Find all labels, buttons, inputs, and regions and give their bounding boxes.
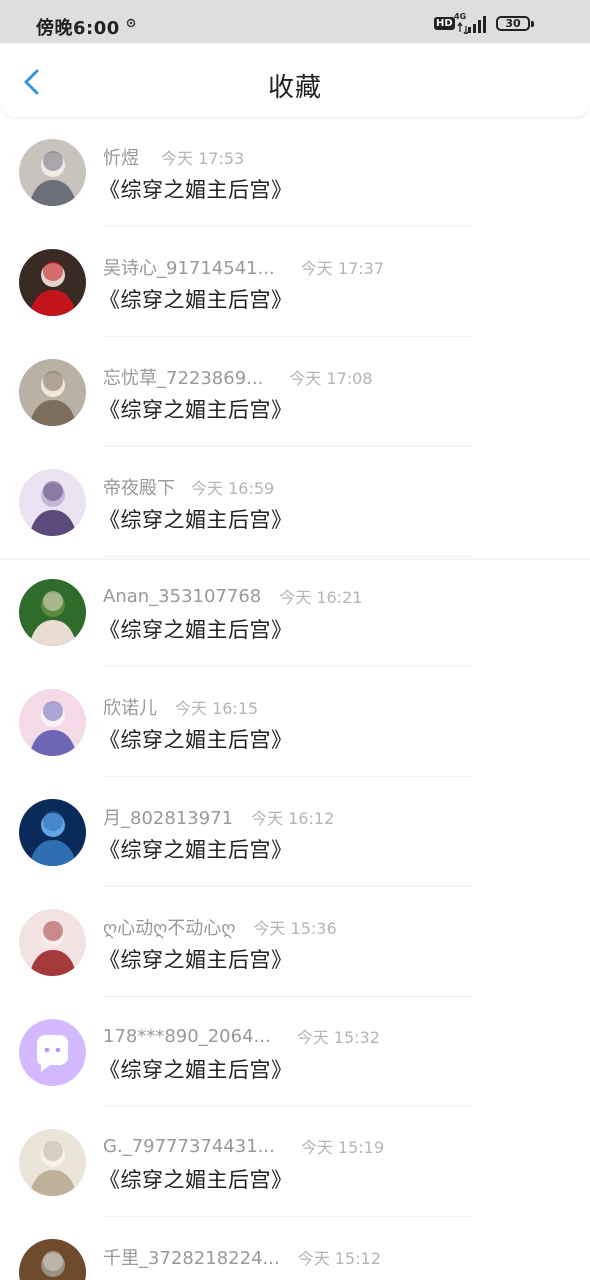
username[interactable]: 千里_3728218224... [103, 1244, 280, 1270]
hd-badge: HD [434, 17, 455, 30]
timestamp: 今天 15:19 [300, 1138, 385, 1157]
item-meta: Anan_353107768 今天 16:21 [103, 584, 362, 608]
username[interactable]: Anan_353107768 [103, 586, 261, 607]
favorite-list-item[interactable]: G._79777374431... 今天 15:19 《综穿之媚主后宫》 [0, 1107, 590, 1217]
status-time: 傍晚6:00 [36, 18, 120, 39]
item-meta: 帝夜殿下 今天 16:59 [103, 474, 275, 500]
item-meta: 欣诺儿 今天 16:15 [103, 694, 259, 720]
item-meta: ღ心动ღ不动心ღ 今天 15:36 [103, 914, 337, 940]
user-avatar[interactable] [19, 359, 86, 426]
user-avatar[interactable] [19, 579, 86, 646]
favorite-list-item[interactable]: 帝夜殿下 今天 16:59 《综穿之媚主后宫》 [0, 447, 590, 557]
item-meta: 月_802813971 今天 16:12 [103, 804, 335, 830]
timestamp: 今天 17:08 [289, 369, 373, 388]
status-bar: 傍晚6:00 HD 4G 30 [0, 0, 590, 43]
username[interactable]: 吴诗心_91714541... [103, 254, 275, 280]
favorite-list-item[interactable]: 忻煜 今天 17:53 《综穿之媚主后宫》 [0, 117, 590, 227]
item-meta: G._79777374431... 今天 15:19 [103, 1134, 384, 1158]
timestamp: 今天 16:15 [175, 699, 259, 718]
timestamp: 今天 16:59 [191, 479, 275, 498]
favorites-list: 忻煜 今天 17:53 《综穿之媚主后宫》 吴诗心_91714541... 今天 17:… [0, 117, 590, 1280]
username[interactable]: 欣诺儿 [103, 694, 157, 720]
notification-icon [126, 18, 136, 28]
book-title[interactable]: 《综穿之媚主后宫》 [99, 614, 293, 644]
timestamp: 今天 15:36 [253, 919, 337, 938]
username[interactable]: 178***890_2064... [103, 1026, 271, 1047]
user-avatar[interactable] [19, 689, 86, 756]
battery-cap [531, 21, 534, 27]
username[interactable]: 忻煜 [103, 144, 139, 170]
favorite-list-item[interactable]: ღ心动ღ不动心ღ 今天 15:36 《综穿之媚主后宫》 [0, 887, 590, 997]
book-title[interactable]: 《综穿之媚主后宫》 [99, 724, 293, 754]
timestamp: 今天 17:37 [300, 259, 384, 278]
user-avatar[interactable] [19, 249, 86, 316]
favorite-list-item[interactable]: 吴诗心_91714541... 今天 17:37 《综穿之媚主后宫》 [0, 227, 590, 337]
favorites-screen: 傍晚6:00 HD 4G 30 收藏 忻煜 今天 17:53 《综穿之媚主后宫》 吴诗… [0, 0, 590, 1280]
favorite-list-item[interactable]: 178***890_2064... 今天 15:32 《综穿之媚主后宫》 [0, 997, 590, 1107]
book-title[interactable]: 《综穿之媚主后宫》 [99, 944, 293, 974]
user-avatar[interactable] [19, 469, 86, 536]
signal-icon [457, 16, 486, 34]
book-title[interactable]: 《综穿之媚主后宫》 [99, 1054, 293, 1084]
item-meta: 忻煜 今天 17:53 [103, 144, 245, 170]
timestamp: 今天 15:32 [296, 1028, 380, 1047]
user-avatar[interactable] [19, 909, 86, 976]
chat-bubble-avatar-icon[interactable] [19, 1019, 86, 1086]
item-meta: 178***890_2064... 今天 15:32 [103, 1024, 380, 1048]
book-title[interactable]: 《综穿之媚主后宫》 [99, 504, 293, 534]
item-meta: 忘忧草_7223869... 今天 17:08 [103, 364, 373, 390]
favorite-list-item[interactable]: 月_802813971 今天 16:12 《综穿之媚主后宫》 [0, 777, 590, 887]
user-avatar[interactable] [19, 1129, 86, 1196]
user-avatar[interactable] [19, 799, 86, 866]
username[interactable]: 帝夜殿下 [103, 474, 175, 500]
item-meta: 吴诗心_91714541... 今天 17:37 [103, 254, 384, 280]
favorite-list-item[interactable]: Anan_353107768 今天 16:21 《综穿之媚主后宫》 [0, 557, 590, 667]
timestamp: 今天 17:53 [161, 149, 245, 168]
item-meta: 千里_3728218224... 今天 15:12 [103, 1244, 381, 1270]
timestamp: 今天 16:21 [279, 588, 363, 607]
username[interactable]: G._79777374431... [103, 1136, 275, 1157]
username[interactable]: 月_802813971 [103, 804, 233, 830]
book-title[interactable]: 《综穿之媚主后宫》 [99, 284, 293, 314]
battery-icon: 30 [496, 16, 530, 31]
book-title[interactable]: 《综穿之媚主后宫》 [99, 394, 293, 424]
nav-header: 收藏 [0, 43, 590, 117]
favorite-list-item[interactable]: 欣诺儿 今天 16:15 《综穿之媚主后宫》 [0, 667, 590, 777]
favorite-list-item[interactable]: 千里_3728218224... 今天 15:12 [0, 1217, 590, 1280]
book-title[interactable]: 《综穿之媚主后宫》 [99, 834, 293, 864]
user-avatar[interactable] [19, 1239, 86, 1280]
timestamp: 今天 15:12 [297, 1249, 381, 1268]
username[interactable]: 忘忧草_7223869... [103, 364, 263, 390]
page-title: 收藏 [267, 73, 322, 103]
timestamp: 今天 16:12 [251, 809, 335, 828]
book-title[interactable]: 《综穿之媚主后宫》 [99, 174, 293, 204]
book-title[interactable]: 《综穿之媚主后宫》 [99, 1164, 293, 1194]
username[interactable]: ღ心动ღ不动心ღ [103, 914, 235, 940]
favorite-list-item[interactable]: 忘忧草_7223869... 今天 17:08 《综穿之媚主后宫》 [0, 337, 590, 447]
user-avatar[interactable] [19, 139, 86, 206]
